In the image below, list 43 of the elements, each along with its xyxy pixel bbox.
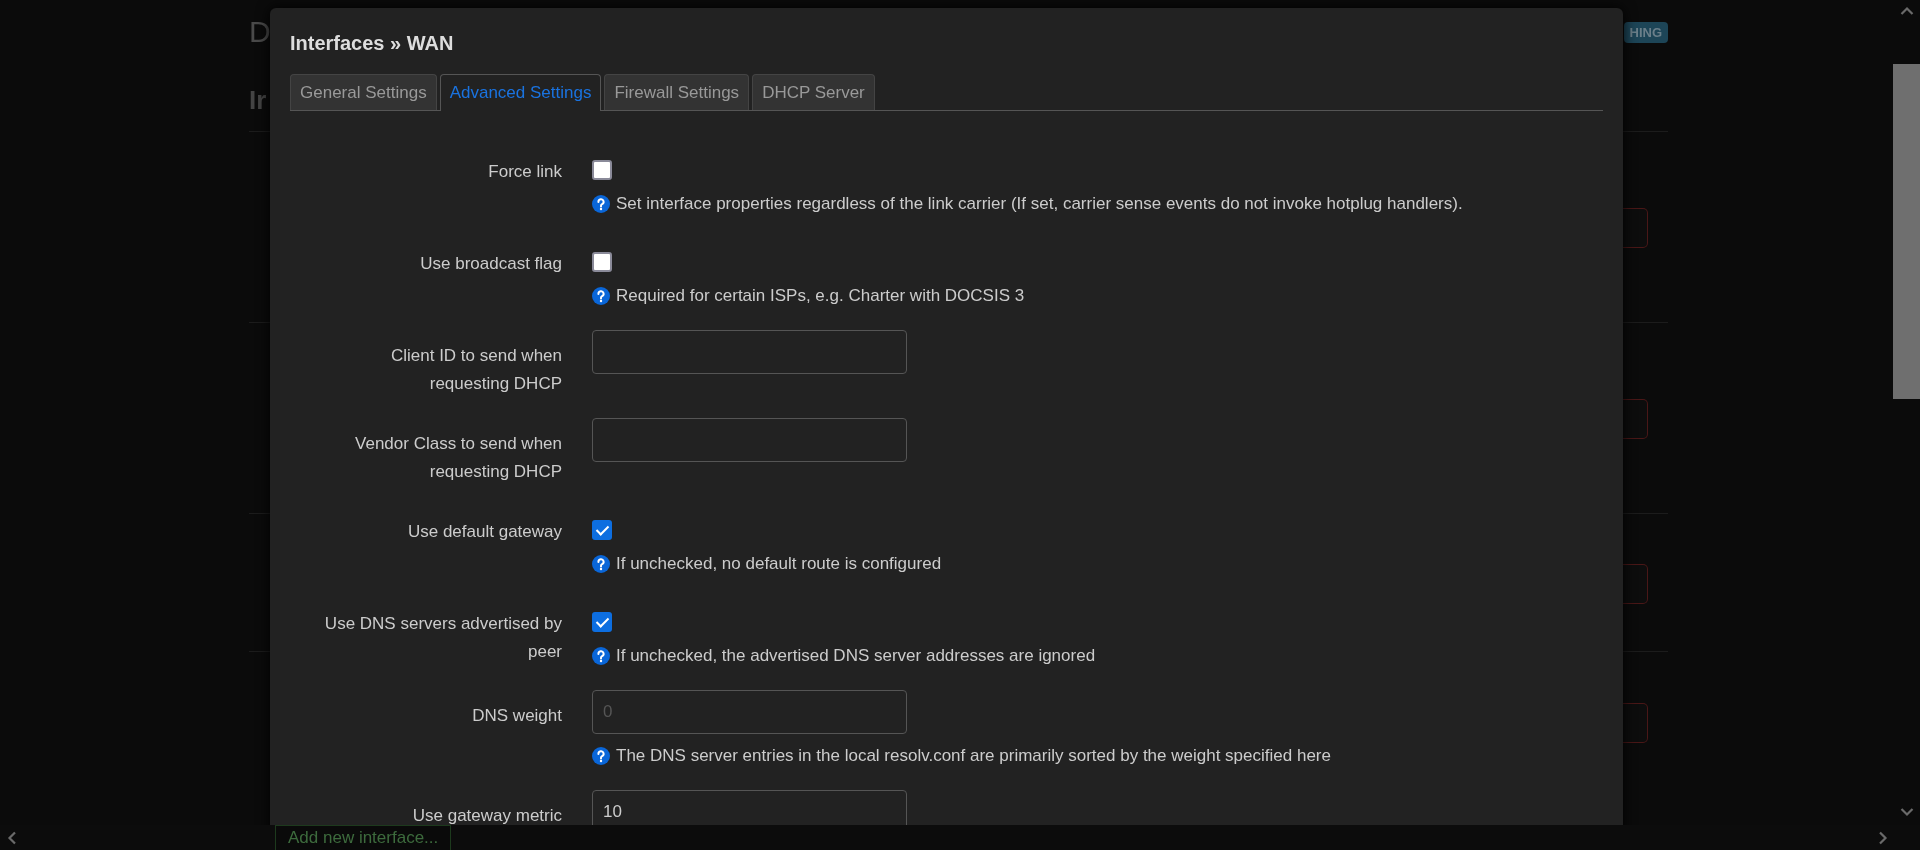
help-icon (592, 747, 610, 765)
input-field[interactable] (1622, 208, 1648, 248)
status-badge: HING (1623, 21, 1668, 43)
section-heading: Ir (249, 84, 267, 117)
input-field[interactable]: 10 (592, 790, 907, 825)
field-label: Use gateway metric (411, 805, 562, 825)
dialog-title: Interfaces » WAN (290, 31, 455, 56)
input-field[interactable] (1622, 399, 1648, 439)
help-icon (592, 555, 610, 573)
checkbox[interactable] (592, 612, 612, 632)
chevron-up-icon[interactable] (1899, 6, 1914, 16)
tab[interactable]: DHCP Server (752, 74, 875, 110)
chevron-left-icon[interactable] (7, 830, 17, 845)
help-text: Required for certain ISPs, e.g. Charter with DOCSIS 3 (616, 285, 1025, 307)
help-icon (592, 287, 610, 305)
scrollbar-thumb[interactable] (1893, 64, 1920, 399)
help-text: The DNS server entries in the local resolv.conf are primarily sorted by the weight specified here (616, 745, 1331, 767)
checkbox[interactable] (592, 252, 612, 272)
input-field[interactable] (592, 418, 907, 462)
field-label: DNS weight (471, 705, 562, 727)
input-field[interactable] (592, 330, 907, 374)
help-text: If unchecked, no default route is configured (616, 553, 942, 575)
input-field[interactable] (1622, 564, 1648, 604)
page-heading: D (249, 15, 271, 49)
checkbox[interactable] (592, 160, 612, 180)
tab[interactable]: Firewall Settings (604, 74, 750, 110)
tab[interactable]: Advanced Settings (439, 74, 602, 111)
help-icon (592, 195, 610, 213)
field-label: Client ID to send when requesting DHCP (389, 345, 562, 395)
add-interface-button[interactable]: Add new interface... (275, 825, 452, 850)
chevron-right-icon[interactable] (1878, 830, 1888, 845)
field-label: Use broadcast flag (419, 253, 562, 275)
help-text: Set interface properties regardless of the link carrier (If set, carrier sense events do not invoke hotplug handlers). (616, 193, 1463, 215)
field-label: Force link (487, 161, 562, 183)
input-field[interactable] (1622, 703, 1648, 743)
help-icon (592, 647, 610, 665)
field-label: Use DNS servers advertised by peer (323, 613, 562, 663)
checkbox[interactable] (592, 520, 612, 540)
tab[interactable]: General Settings (290, 74, 437, 110)
field-label: Use default gateway (406, 521, 562, 543)
field-label: Vendor Class to send when requesting DHCP (354, 433, 562, 483)
help-text: If unchecked, the advertised DNS server addresses are ignored (616, 645, 1096, 667)
chevron-down-icon[interactable] (1899, 807, 1914, 817)
